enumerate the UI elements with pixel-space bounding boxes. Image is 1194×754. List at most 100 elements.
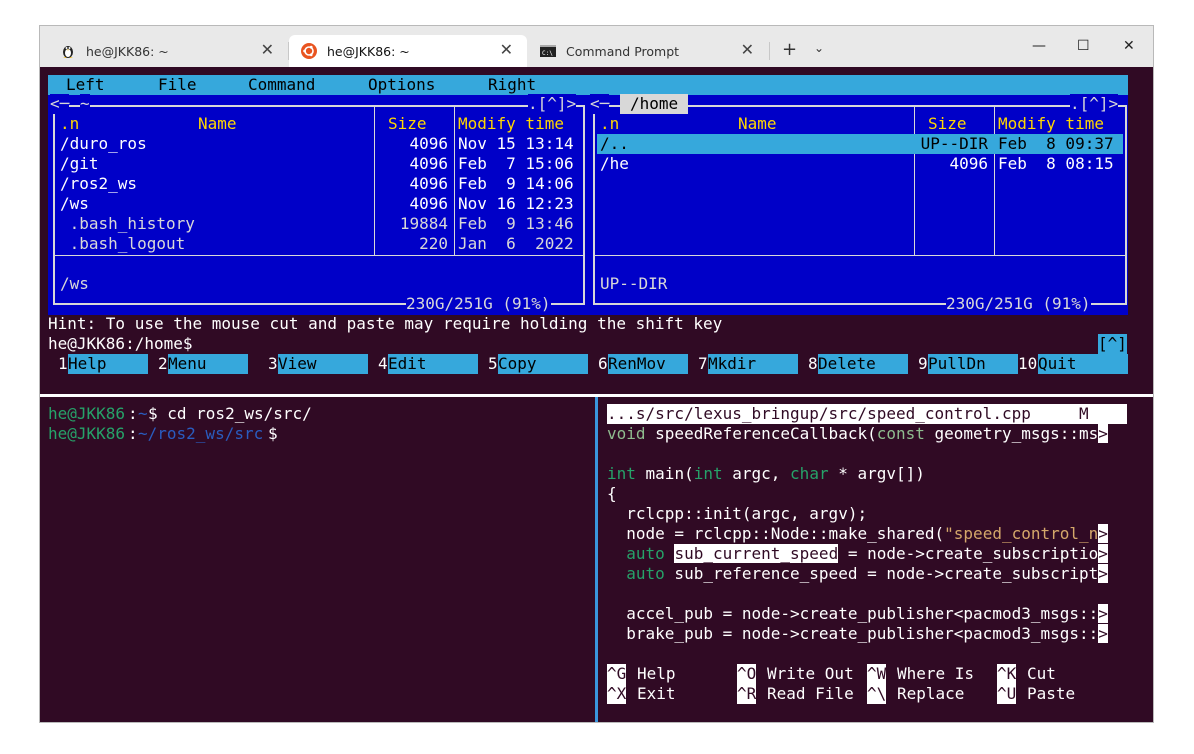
list-item[interactable]: .bash_logout <box>60 234 186 254</box>
fkey-pulldn[interactable]: PullDn <box>928 354 1018 374</box>
terminal-content[interactable]: Left File Command Options Right <─ ~ .[^… <box>40 67 1153 722</box>
fkey-num: 7 <box>698 354 708 373</box>
minimize-button[interactable]: — <box>1032 36 1046 56</box>
tab-command-prompt[interactable]: C:\ Command Prompt ✕ <box>528 35 768 67</box>
code-token: node = rclcpp::Node::make_shared( <box>607 524 945 543</box>
list-item[interactable]: /.. <box>600 134 629 154</box>
shortcut-key[interactable]: ^X <box>607 684 627 704</box>
menu-right[interactable]: Right <box>488 75 536 95</box>
shell-colon: : <box>128 404 138 423</box>
right-mini-sep <box>595 255 1125 256</box>
new-tab-button[interactable]: + <box>782 40 797 60</box>
shortcut-help[interactable]: Help <box>637 664 676 684</box>
shortcut-key[interactable]: ^W <box>867 664 887 684</box>
left-col-size[interactable]: Size <box>388 114 427 134</box>
shortcut-exit[interactable]: Exit <box>637 684 676 704</box>
right-col-n[interactable]: .n <box>600 114 619 134</box>
left-col-mtime[interactable]: Modify time <box>458 114 564 134</box>
left-panel-arrow: <─ <box>50 94 70 114</box>
right-panel-path[interactable]: /home <box>620 94 689 114</box>
menu-file[interactable]: File <box>158 75 197 95</box>
right-col-size[interactable]: Size <box>928 114 967 134</box>
left-col-n[interactable]: .n <box>60 114 79 134</box>
list-item-size: 4096 <box>949 154 988 173</box>
menu-command[interactable]: Command <box>248 75 315 95</box>
fkey-num: 4 <box>378 354 388 373</box>
mc-hint: Hint: To use the mouse cut and paste may… <box>48 314 723 333</box>
shortcut-cut[interactable]: Cut <box>1027 664 1056 684</box>
list-item[interactable]: /git <box>60 154 99 174</box>
list-item[interactable]: /duro_ros <box>60 134 147 154</box>
list-item[interactable]: /ws <box>60 194 89 214</box>
mc-prompt[interactable]: he@JKK86:/home$ <box>48 334 193 354</box>
shortcut-paste[interactable]: Paste <box>1027 684 1075 704</box>
list-item-size: 4096 <box>409 134 448 153</box>
code-token: sub_reference_speed = node->create_subsc… <box>664 564 1099 583</box>
list-item[interactable]: .bash_history <box>60 214 195 234</box>
menu-left[interactable]: Left <box>66 75 105 95</box>
list-item-mtime: Feb 9 14:06 <box>458 174 574 193</box>
left-col-sep <box>374 107 375 255</box>
close-icon[interactable]: ✕ <box>741 42 754 58</box>
maximize-button[interactable]: ☐ <box>1077 36 1090 56</box>
fkey-view[interactable]: View <box>278 354 368 374</box>
fkey-mkdir[interactable]: Mkdir <box>708 354 798 374</box>
list-item[interactable]: /ros2_ws <box>60 174 137 194</box>
right-panel-corner[interactable]: .[^]> <box>1070 94 1119 114</box>
fkey-edit[interactable]: Edit <box>388 354 478 374</box>
linux-penguin-icon <box>60 43 76 59</box>
fkey-num: 5 <box>488 354 498 373</box>
fkey-copy[interactable]: Copy <box>498 354 588 374</box>
shortcut-read-file[interactable]: Read File <box>767 684 854 704</box>
fkey-quit[interactable]: Quit <box>1038 354 1128 374</box>
fkey-renmov[interactable]: RenMov <box>608 354 688 374</box>
fkey-menu[interactable]: Menu <box>168 354 248 374</box>
fkey-delete[interactable]: Delete <box>818 354 908 374</box>
chevron-down-icon[interactable]: ⌄ <box>814 41 824 55</box>
shortcut-key[interactable]: ^K <box>997 664 1017 684</box>
shell-colon: : <box>128 424 138 443</box>
list-item[interactable]: /he <box>600 154 629 174</box>
cmd-icon: C:\ <box>540 43 556 59</box>
shortcut-key[interactable]: ^G <box>607 664 627 684</box>
shell-prompt[interactable]: $ <box>268 424 278 444</box>
right-disk-usage: 230G/251G (91%) <box>946 294 1091 314</box>
ubuntu-icon <box>301 43 317 59</box>
shortcut-replace[interactable]: Replace <box>897 684 964 704</box>
shortcut-key[interactable]: ^R <box>737 684 757 704</box>
close-icon[interactable]: ✕ <box>500 42 513 58</box>
right-col-mtime[interactable]: Modify time <box>998 114 1104 134</box>
code-line: auto sub_current_speed = node->create_su… <box>607 544 1108 564</box>
left-panel-path[interactable]: ~ <box>80 94 90 114</box>
code-token: argc, <box>722 464 791 483</box>
shortcut-key[interactable]: ^O <box>737 664 757 684</box>
pane-divider-vertical[interactable] <box>595 397 598 722</box>
fkey-num: 9 <box>918 354 928 373</box>
list-item-mtime: Feb 7 15:06 <box>458 154 574 173</box>
shortcut-where-is[interactable]: Where Is <box>897 664 974 684</box>
tab-ubuntu[interactable]: he@JKK86: ~ ✕ <box>289 35 527 67</box>
tab-title: he@JKK86: ~ <box>327 43 410 59</box>
left-col-name[interactable]: Name <box>198 114 237 134</box>
code-token: int <box>607 464 636 483</box>
close-icon[interactable]: ✕ <box>261 42 274 58</box>
line-overflow-marker: > <box>1098 624 1108 643</box>
menu-options[interactable]: Options <box>368 75 435 95</box>
shell-path: ~/ros2_ws/src <box>138 424 264 443</box>
left-panel-corner[interactable]: .[^]> <box>528 94 577 114</box>
mc-prompt-corner[interactable]: [^] <box>1098 334 1127 354</box>
shortcut-write-out[interactable]: Write Out <box>767 664 854 684</box>
right-col-name[interactable]: Name <box>738 114 777 134</box>
code-line: auto sub_reference_speed = node->create_… <box>607 564 1108 584</box>
terminal-window: he@JKK86: ~ ✕ he@JKK86: ~ ✕ C:\ Command … <box>39 25 1154 723</box>
code-token: char <box>790 464 829 483</box>
tab-linux[interactable]: he@JKK86: ~ ✕ <box>48 35 288 67</box>
close-window-button[interactable]: ✕ <box>1123 36 1135 56</box>
right-panel-arrow: <─ <box>590 94 610 114</box>
right-col-sep <box>914 107 915 255</box>
shortcut-key[interactable]: ^U <box>997 684 1017 704</box>
shortcut-key[interactable]: ^\ <box>867 684 887 704</box>
left-mini-sep <box>55 255 583 256</box>
fkey-help[interactable]: Help <box>68 354 148 374</box>
